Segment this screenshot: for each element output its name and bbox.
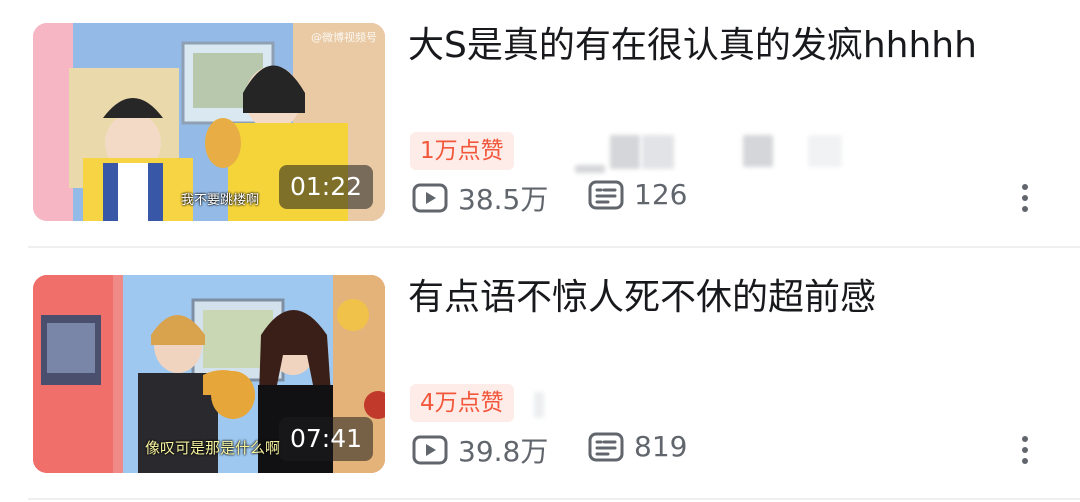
video-duration: 01:22 [278,165,373,209]
blurred-tag [808,135,842,167]
video-thumbnail[interactable]: @微博视频号 我不要跳楼啊 01:22 [33,23,385,221]
video-card[interactable]: @微博视频号 我不要跳楼啊 01:22 大S是真的有在很认真的发疯hhhhh 1… [0,0,1080,250]
more-options-button[interactable] [1010,178,1040,218]
blurred-tag [642,135,674,169]
play-icon [412,435,448,465]
view-count-text: 39.8万 [458,435,549,468]
video-duration: 07:41 [278,417,373,461]
more-vertical-icon [1022,436,1028,442]
comment-count-text: 126 [634,178,688,211]
video-thumbnail[interactable]: 像叹可是那是什么啊 07:41 [33,275,385,473]
play-icon [412,183,448,213]
more-vertical-icon-dot [1022,458,1028,464]
danmaku-icon [588,180,624,209]
view-count: 39.8万 [412,430,548,470]
comment-count: 126 [588,178,687,211]
list-divider [28,246,1080,248]
list-divider [28,498,1080,500]
thumbnail-subtitle: 像叹可是那是什么啊 [145,439,281,457]
video-card[interactable]: 像叹可是那是什么啊 07:41 有点语不惊人死不休的超前感 4万点赞 39.8万… [0,252,1080,502]
view-count-text: 38.5万 [458,183,549,216]
more-vertical-icon-dot [1022,447,1028,453]
blurred-tag [534,392,544,418]
view-count: 38.5万 [412,178,548,218]
blurred-tag [610,135,640,169]
more-vertical-icon-dot [1022,206,1028,212]
blurred-tag [743,135,773,167]
danmaku-icon [588,432,624,461]
thumbnail-watermark: @微博视频号 [311,31,377,44]
comment-count-text: 819 [634,430,688,463]
blurred-tag [575,165,605,173]
video-title[interactable]: 有点语不惊人死不休的超前感 [408,274,876,322]
more-vertical-icon [1022,184,1028,190]
video-title[interactable]: 大S是真的有在很认真的发疯hhhhh [408,22,977,70]
more-options-button[interactable] [1010,430,1040,470]
comment-count: 819 [588,430,687,463]
thumbnail-subtitle: 我不要跳楼啊 [181,193,260,208]
like-count-badge: 1万点赞 [410,132,514,170]
like-count-badge: 4万点赞 [410,384,514,422]
more-vertical-icon-dot [1022,195,1028,201]
